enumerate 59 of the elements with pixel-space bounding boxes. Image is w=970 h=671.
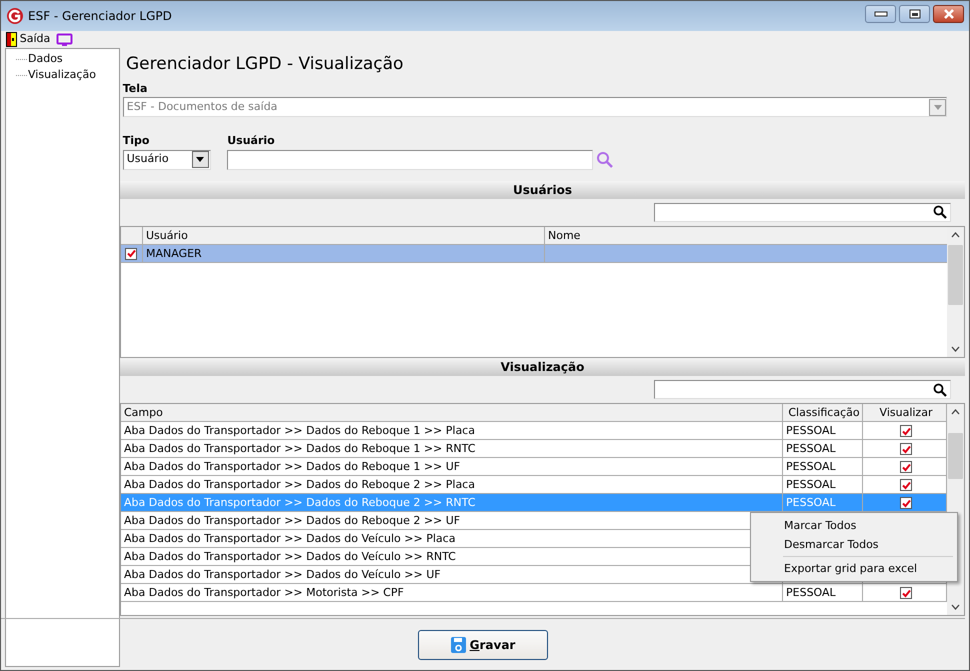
table-cell: Aba Dados do Transportador >> Dados do Reboque 2 >> Placa xyxy=(121,476,783,494)
monitor-icon[interactable] xyxy=(56,32,74,46)
search-icon[interactable] xyxy=(933,382,947,397)
column-header[interactable]: Classificação xyxy=(783,404,863,422)
table-row[interactable]: Aba Dados do Transportador >> Dados do Reboque 2 >> Placa PESSOAL xyxy=(121,476,947,494)
page-heading: Gerenciador LGPD - Visualização xyxy=(126,53,404,76)
app-logo-icon xyxy=(6,7,24,25)
column-header[interactable]: Usuário xyxy=(143,226,545,244)
minimize-icon xyxy=(874,11,888,17)
checkbox[interactable] xyxy=(900,587,912,600)
checkbox[interactable] xyxy=(900,425,912,438)
table-row[interactable]: Aba Dados do Transportador >> Dados do Reboque 1 >> UF PESSOAL xyxy=(121,458,947,476)
table-cell: Aba Dados do Transportador >> Dados do Reboque 1 >> UF xyxy=(121,458,783,476)
checkbox[interactable] xyxy=(125,248,137,260)
table-cell: PESSOAL xyxy=(783,458,863,476)
close-button[interactable] xyxy=(933,5,964,23)
field-label: Tipo xyxy=(122,133,150,150)
checkbox[interactable] xyxy=(900,497,912,510)
tree-item[interactable]: Dados xyxy=(28,50,63,68)
field-value: ESF - Documentos de saída xyxy=(126,98,278,115)
maximize-icon xyxy=(908,9,920,19)
window-title: ESF - Gerenciador LGPD xyxy=(28,8,172,25)
scrollbar[interactable] xyxy=(947,226,964,358)
table-cell: PESSOAL xyxy=(783,440,863,458)
save-button[interactable]: Gravar xyxy=(418,630,548,660)
minimize-button[interactable] xyxy=(865,5,896,23)
checkbox[interactable] xyxy=(900,461,912,474)
table-row[interactable]: MANAGER xyxy=(121,244,947,263)
table-row[interactable]: Aba Dados do Transportador >> Dados do Reboque 1 >> Placa PESSOAL xyxy=(121,422,947,440)
checkbox[interactable] xyxy=(900,479,912,492)
close-icon xyxy=(942,9,956,19)
section-header: Usuários xyxy=(120,180,965,199)
maximize-button[interactable] xyxy=(899,5,930,23)
search-field[interactable] xyxy=(654,202,951,222)
field-label: Usuário xyxy=(227,133,276,150)
table-cell: Aba Dados do Transportador >> Dados do Reboque 2 >> RNTC xyxy=(121,494,783,512)
search-field[interactable] xyxy=(654,380,951,400)
tree-item[interactable]: Visualização xyxy=(28,66,96,84)
user-input-field[interactable] xyxy=(227,150,594,170)
table-cell: PESSOAL xyxy=(783,494,863,512)
type-dropdown[interactable]: Usuário xyxy=(122,150,211,170)
table-cell: PESSOAL xyxy=(783,584,863,602)
menu-item[interactable]: Saída xyxy=(6,31,50,48)
table-cell: PESSOAL xyxy=(783,476,863,494)
search-icon[interactable] xyxy=(933,205,947,220)
table-cell: Aba Dados do Transportador >> Dados do Reboque 1 >> Placa xyxy=(121,422,783,440)
table-row[interactable]: Aba Dados do Transportador >> Motorista >> CPF PESSOAL xyxy=(121,584,947,602)
exit-door-icon xyxy=(6,32,17,47)
table-cell: MANAGER xyxy=(143,244,545,262)
column-header[interactable]: Nome xyxy=(545,226,947,244)
scroll-thumb[interactable] xyxy=(948,432,963,479)
table-row[interactable]: Aba Dados do Transportador >> Dados do Reboque 1 >> RNTC PESSOAL xyxy=(121,440,947,458)
checkbox[interactable] xyxy=(900,443,912,456)
table-cell: PESSOAL xyxy=(783,422,863,440)
table-cell: Aba Dados do Transportador >> Dados do Reboque 1 >> RNTC xyxy=(121,440,783,458)
column-header[interactable]: Campo xyxy=(121,404,783,422)
table-cell: Aba Dados do Transportador >> Motorista >> CPF xyxy=(121,584,783,602)
scroll-thumb[interactable] xyxy=(948,245,963,306)
field-label: Tela xyxy=(122,80,148,97)
